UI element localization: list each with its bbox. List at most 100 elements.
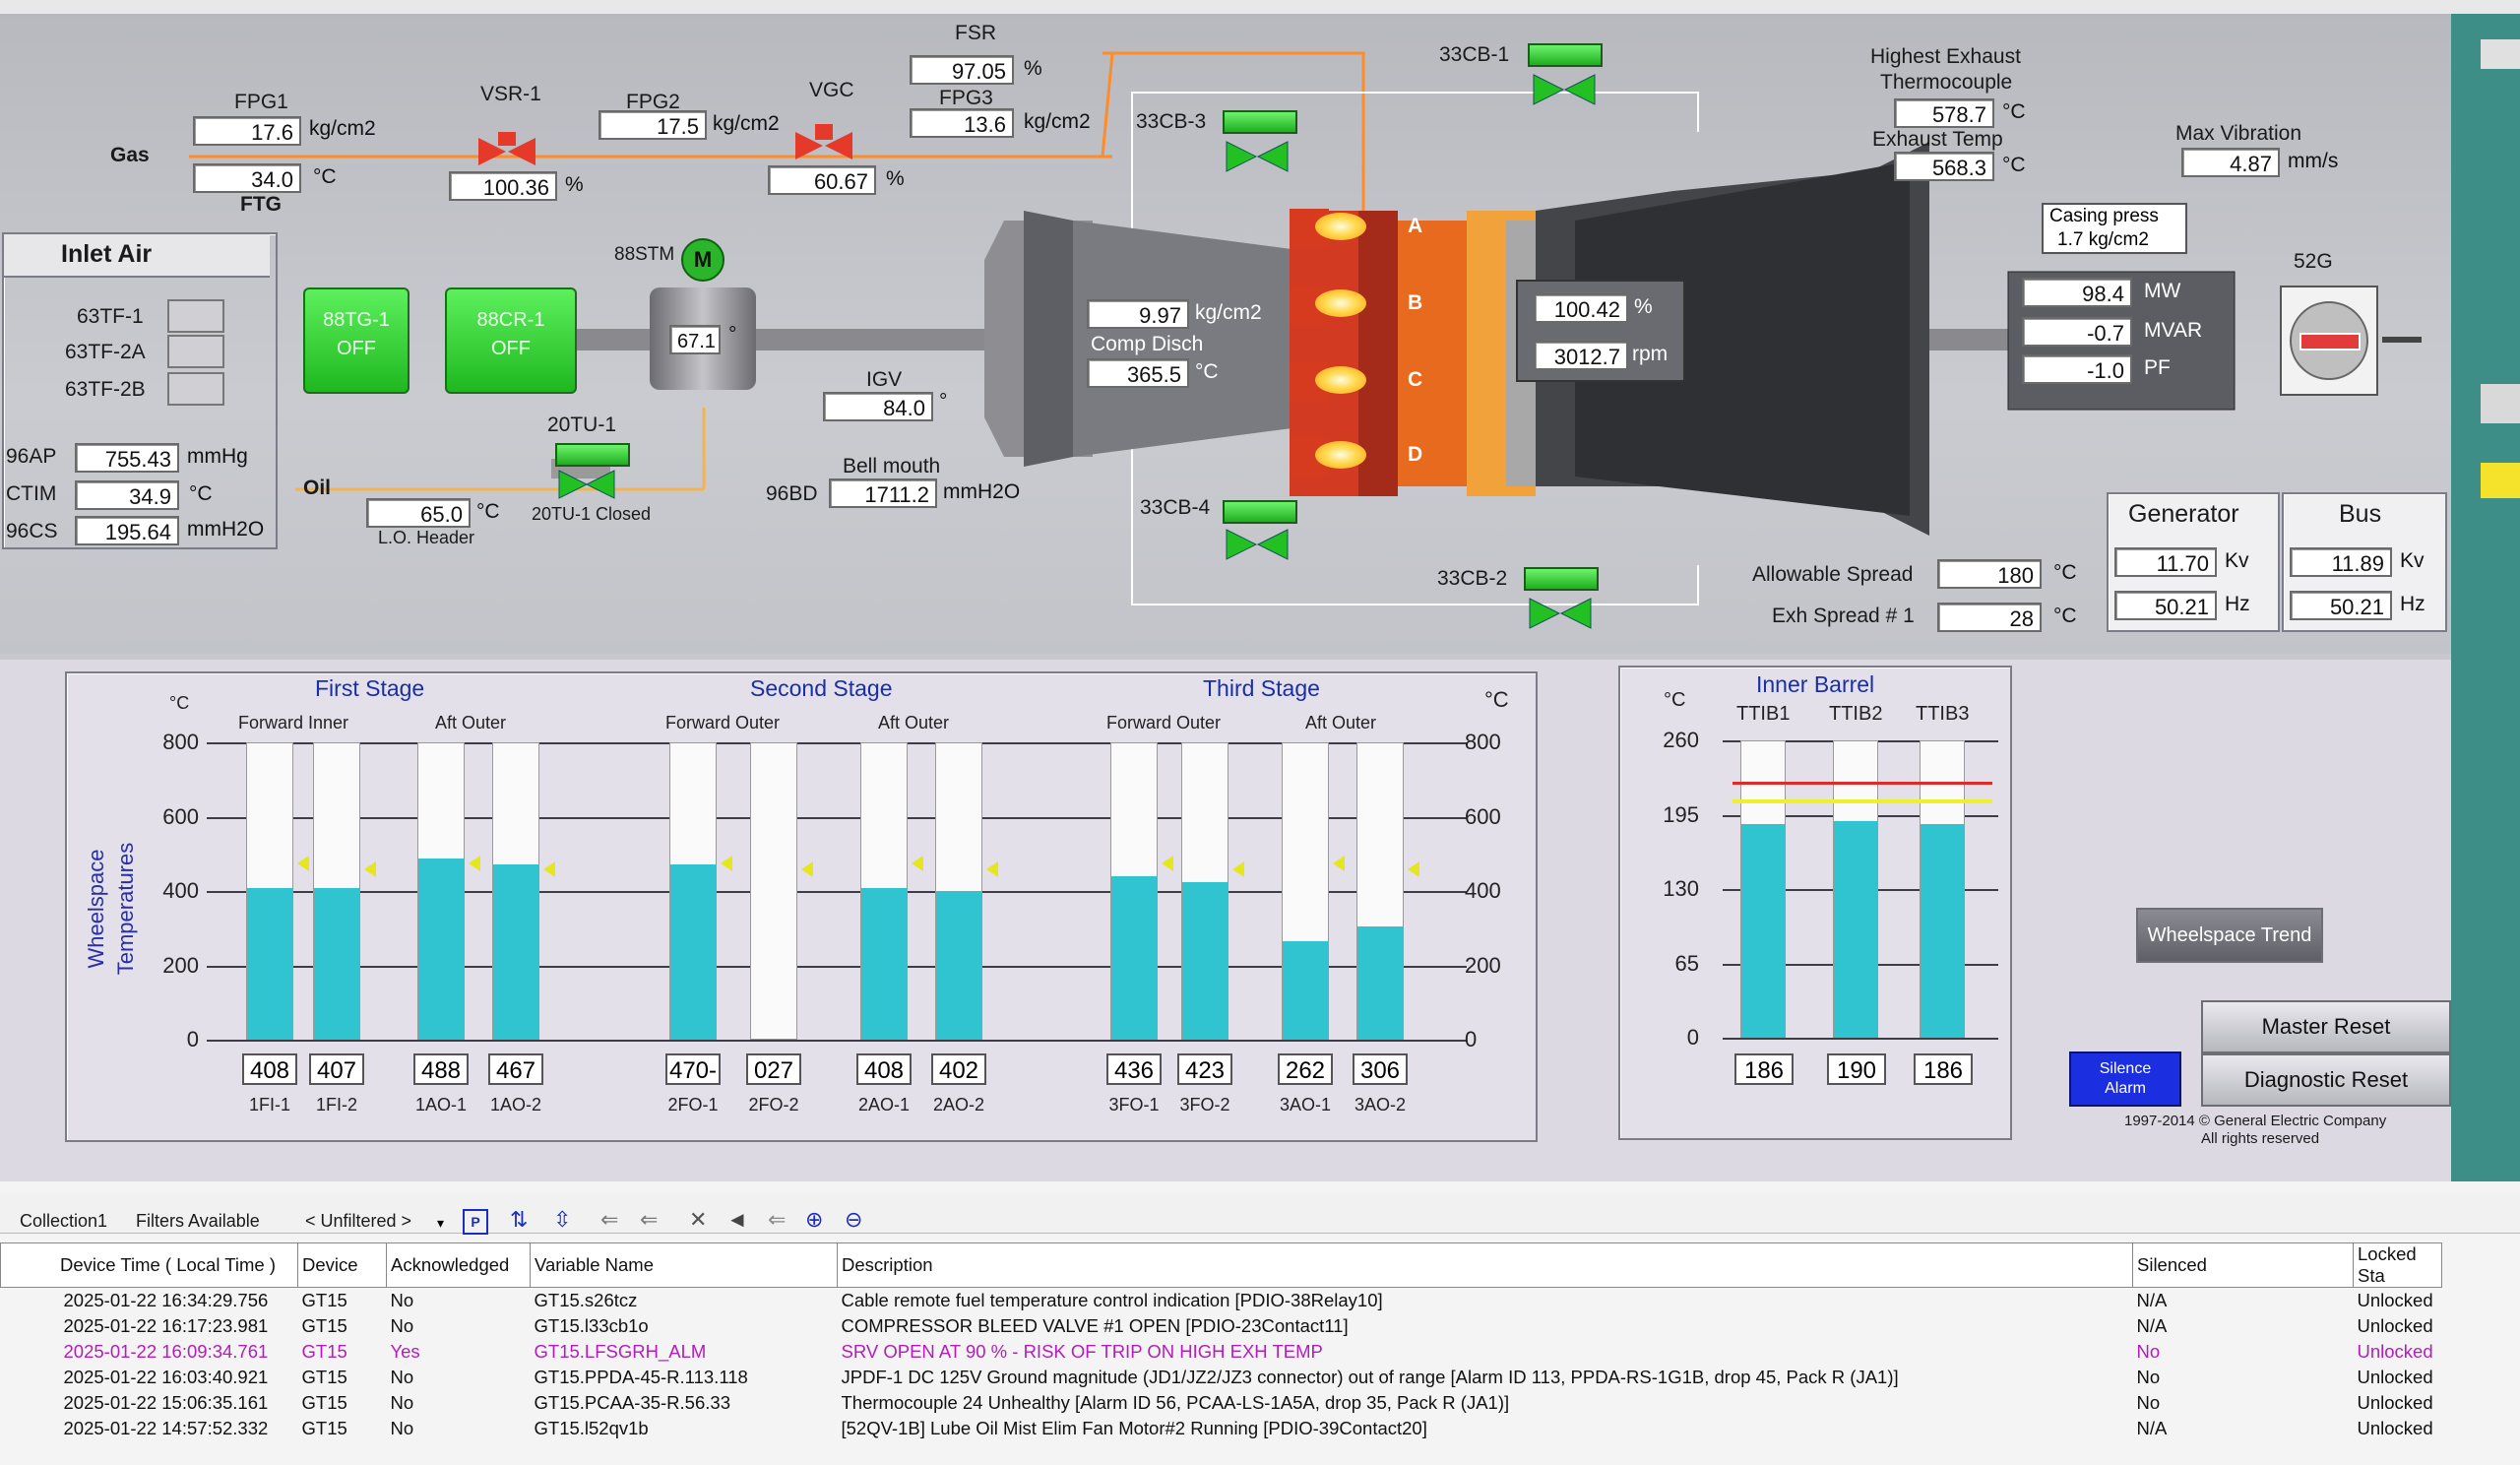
- casing-pressure-box: Casing press 1.7 kg/cm2: [2042, 203, 2187, 254]
- ack-all-icon[interactable]: ⇐: [640, 1207, 658, 1233]
- table-row[interactable]: 2025-01-22 14:57:52.332 GT15 No GT15.l52…: [1, 1416, 2442, 1441]
- wheelspace-bar: [417, 742, 465, 1040]
- cs-unit: mmH2O: [187, 518, 265, 541]
- wheelspace-bar: [935, 742, 982, 1040]
- right-sidebar-tab[interactable]: [2481, 384, 2520, 423]
- flame-icon: [1315, 289, 1366, 317]
- sort-icon[interactable]: ⇅: [510, 1207, 528, 1233]
- wheelspace-tick-right: 800: [1465, 730, 1501, 754]
- inlet-air-title: Inlet Air: [61, 240, 153, 268]
- cell-variable: GT15.l33cb1o: [534, 1315, 649, 1336]
- col-locked-state[interactable]: Locked Sta: [2353, 1242, 2442, 1288]
- vsr-value: 100.36: [449, 171, 557, 201]
- filter-icon[interactable]: ⇳: [553, 1207, 571, 1233]
- inner-barrel-bar: [1920, 740, 1965, 1038]
- wheelspace-alarm-marker-icon: [801, 860, 813, 877]
- inner-barrel-tick: 130: [1663, 876, 1699, 901]
- reset-icon[interactable]: ⇐: [768, 1207, 786, 1233]
- col-silenced[interactable]: Silenced: [2132, 1242, 2354, 1288]
- wheelspace-bar-fill: [247, 888, 292, 1039]
- col-acknowledged[interactable]: Acknowledged: [386, 1242, 531, 1288]
- inner-barrel-gridline: [1723, 1038, 1998, 1040]
- exhaust-temp-label: Exhaust Temp: [1872, 128, 2003, 151]
- wheelspace-alarm-marker-icon: [543, 860, 555, 877]
- wheelspace-gridline: [207, 742, 1467, 744]
- cb1-valve-icon[interactable]: [1532, 71, 1597, 108]
- cell-silenced: No: [2136, 1341, 2161, 1362]
- zoom-in-icon[interactable]: ⊕: [805, 1207, 823, 1233]
- wheelspace-bar-fill: [670, 864, 716, 1039]
- ctim-unit: °C: [189, 482, 213, 505]
- col-description[interactable]: Description: [837, 1242, 2133, 1288]
- mvar-value: -0.7: [2022, 317, 2132, 347]
- breaker-label: 52G: [2294, 250, 2333, 273]
- cb4-valve-icon[interactable]: [1225, 526, 1290, 563]
- cb2-valve-icon[interactable]: [1528, 595, 1593, 632]
- zoom-out-icon[interactable]: ⊖: [845, 1207, 862, 1233]
- table-row[interactable]: 2025-01-22 16:09:34.761 GT15 Yes GT15.LF…: [1, 1339, 2442, 1365]
- stm-label: 88STM: [614, 244, 675, 265]
- inlet-item-indicator: [167, 372, 224, 406]
- table-row[interactable]: 2025-01-22 16:34:29.756 GT15 No GT15.s26…: [1, 1288, 2442, 1314]
- motor-icon[interactable]: M: [681, 238, 724, 282]
- cell-locked: Unlocked: [2357, 1392, 2433, 1413]
- vgc-valve-icon[interactable]: [793, 124, 854, 165]
- wheelspace-bar-value: 407: [309, 1053, 364, 1085]
- ftg-value: 34.0: [193, 163, 301, 193]
- inner-barrel-bar-name: TTIB2: [1829, 703, 1883, 725]
- speed-pct-unit: %: [1634, 295, 1653, 318]
- breaker-52g-icon[interactable]: [2280, 286, 2378, 396]
- wheelspace-bar-fill: [493, 864, 538, 1039]
- table-row[interactable]: 2025-01-22 16:03:40.921 GT15 No GT15.PPD…: [1, 1365, 2442, 1390]
- cell-ack: No: [390, 1367, 414, 1387]
- fpg2-unit: kg/cm2: [713, 112, 780, 135]
- col-device[interactable]: Device: [297, 1242, 387, 1288]
- cell-device: GT15: [301, 1392, 347, 1413]
- wheelspace-bar: [750, 742, 797, 1040]
- cell-ack: No: [390, 1315, 414, 1336]
- col-variable-name[interactable]: Variable Name: [530, 1242, 838, 1288]
- wheelspace-trend-button[interactable]: Wheelspace Trend: [2136, 908, 2323, 963]
- exhaust-temp-unit: °C: [2002, 154, 2026, 176]
- inner-barrel-tick: 260: [1663, 728, 1699, 752]
- ack-icon[interactable]: ⇐: [600, 1207, 618, 1233]
- vsr-label: VSR-1: [480, 83, 541, 105]
- silence-alarm-button[interactable]: Silence Alarm: [2069, 1051, 2181, 1107]
- rpm-value: 3012.7: [1534, 341, 1628, 370]
- table-row[interactable]: 2025-01-22 15:06:35.161 GT15 No GT15.PCA…: [1, 1390, 2442, 1416]
- inner-barrel-limit-line-red: [1732, 782, 1992, 785]
- cr-motor-button[interactable]: 88CR-1 OFF: [445, 287, 577, 394]
- cb3-valve-icon[interactable]: [1225, 138, 1290, 175]
- wheelspace-tick-right: 0: [1465, 1027, 1478, 1051]
- breaker-open-bar: [2300, 333, 2361, 350]
- right-sidebar-tab[interactable]: [2481, 39, 2520, 69]
- gas-label: Gas: [110, 144, 150, 166]
- bellmouth-label: Bell mouth: [843, 455, 941, 478]
- diagnostic-reset-button[interactable]: Diagnostic Reset: [2201, 1053, 2451, 1107]
- table-row[interactable]: 2025-01-22 16:17:23.981 GT15 No GT15.l33…: [1, 1313, 2442, 1339]
- tu-valve-icon[interactable]: [557, 467, 616, 502]
- wheelspace-unit-left: °C: [169, 693, 190, 713]
- collection-tab[interactable]: Collection1: [20, 1211, 107, 1232]
- wheelspace-gridline: [207, 965, 1467, 968]
- cell-time: 2025-01-22 16:34:29.756: [63, 1290, 269, 1310]
- comp-disch-pressure-value: 9.97: [1087, 299, 1189, 329]
- cell-ack: No: [390, 1392, 414, 1413]
- wheelspace-y-label-2: Temperatures: [113, 842, 138, 976]
- chevron-down-icon[interactable]: ▾: [437, 1215, 444, 1232]
- tg-motor-button[interactable]: 88TG-1 OFF: [303, 287, 410, 394]
- col-device-time[interactable]: Device Time ( Local Time ): [0, 1242, 298, 1288]
- wheelspace-bar-fill: [1182, 882, 1228, 1039]
- highest-exhaust-value: 578.7: [1894, 98, 1994, 128]
- speaker-icon[interactable]: ◄: [726, 1207, 748, 1233]
- master-reset-button[interactable]: Master Reset: [2201, 1000, 2451, 1053]
- vsr-valve-icon[interactable]: [476, 132, 537, 171]
- inner-barrel-bar-fill: [1741, 824, 1785, 1037]
- silence-icon[interactable]: ✕: [689, 1207, 707, 1233]
- tg-motor-state: OFF: [337, 338, 376, 359]
- gen-kv-unit: Kv: [2225, 549, 2249, 572]
- inlet-item-indicator: [167, 299, 224, 333]
- pause-p-icon[interactable]: P: [463, 1209, 488, 1235]
- igv-label: IGV: [866, 368, 903, 391]
- filter-select[interactable]: < Unfiltered >: [305, 1211, 411, 1232]
